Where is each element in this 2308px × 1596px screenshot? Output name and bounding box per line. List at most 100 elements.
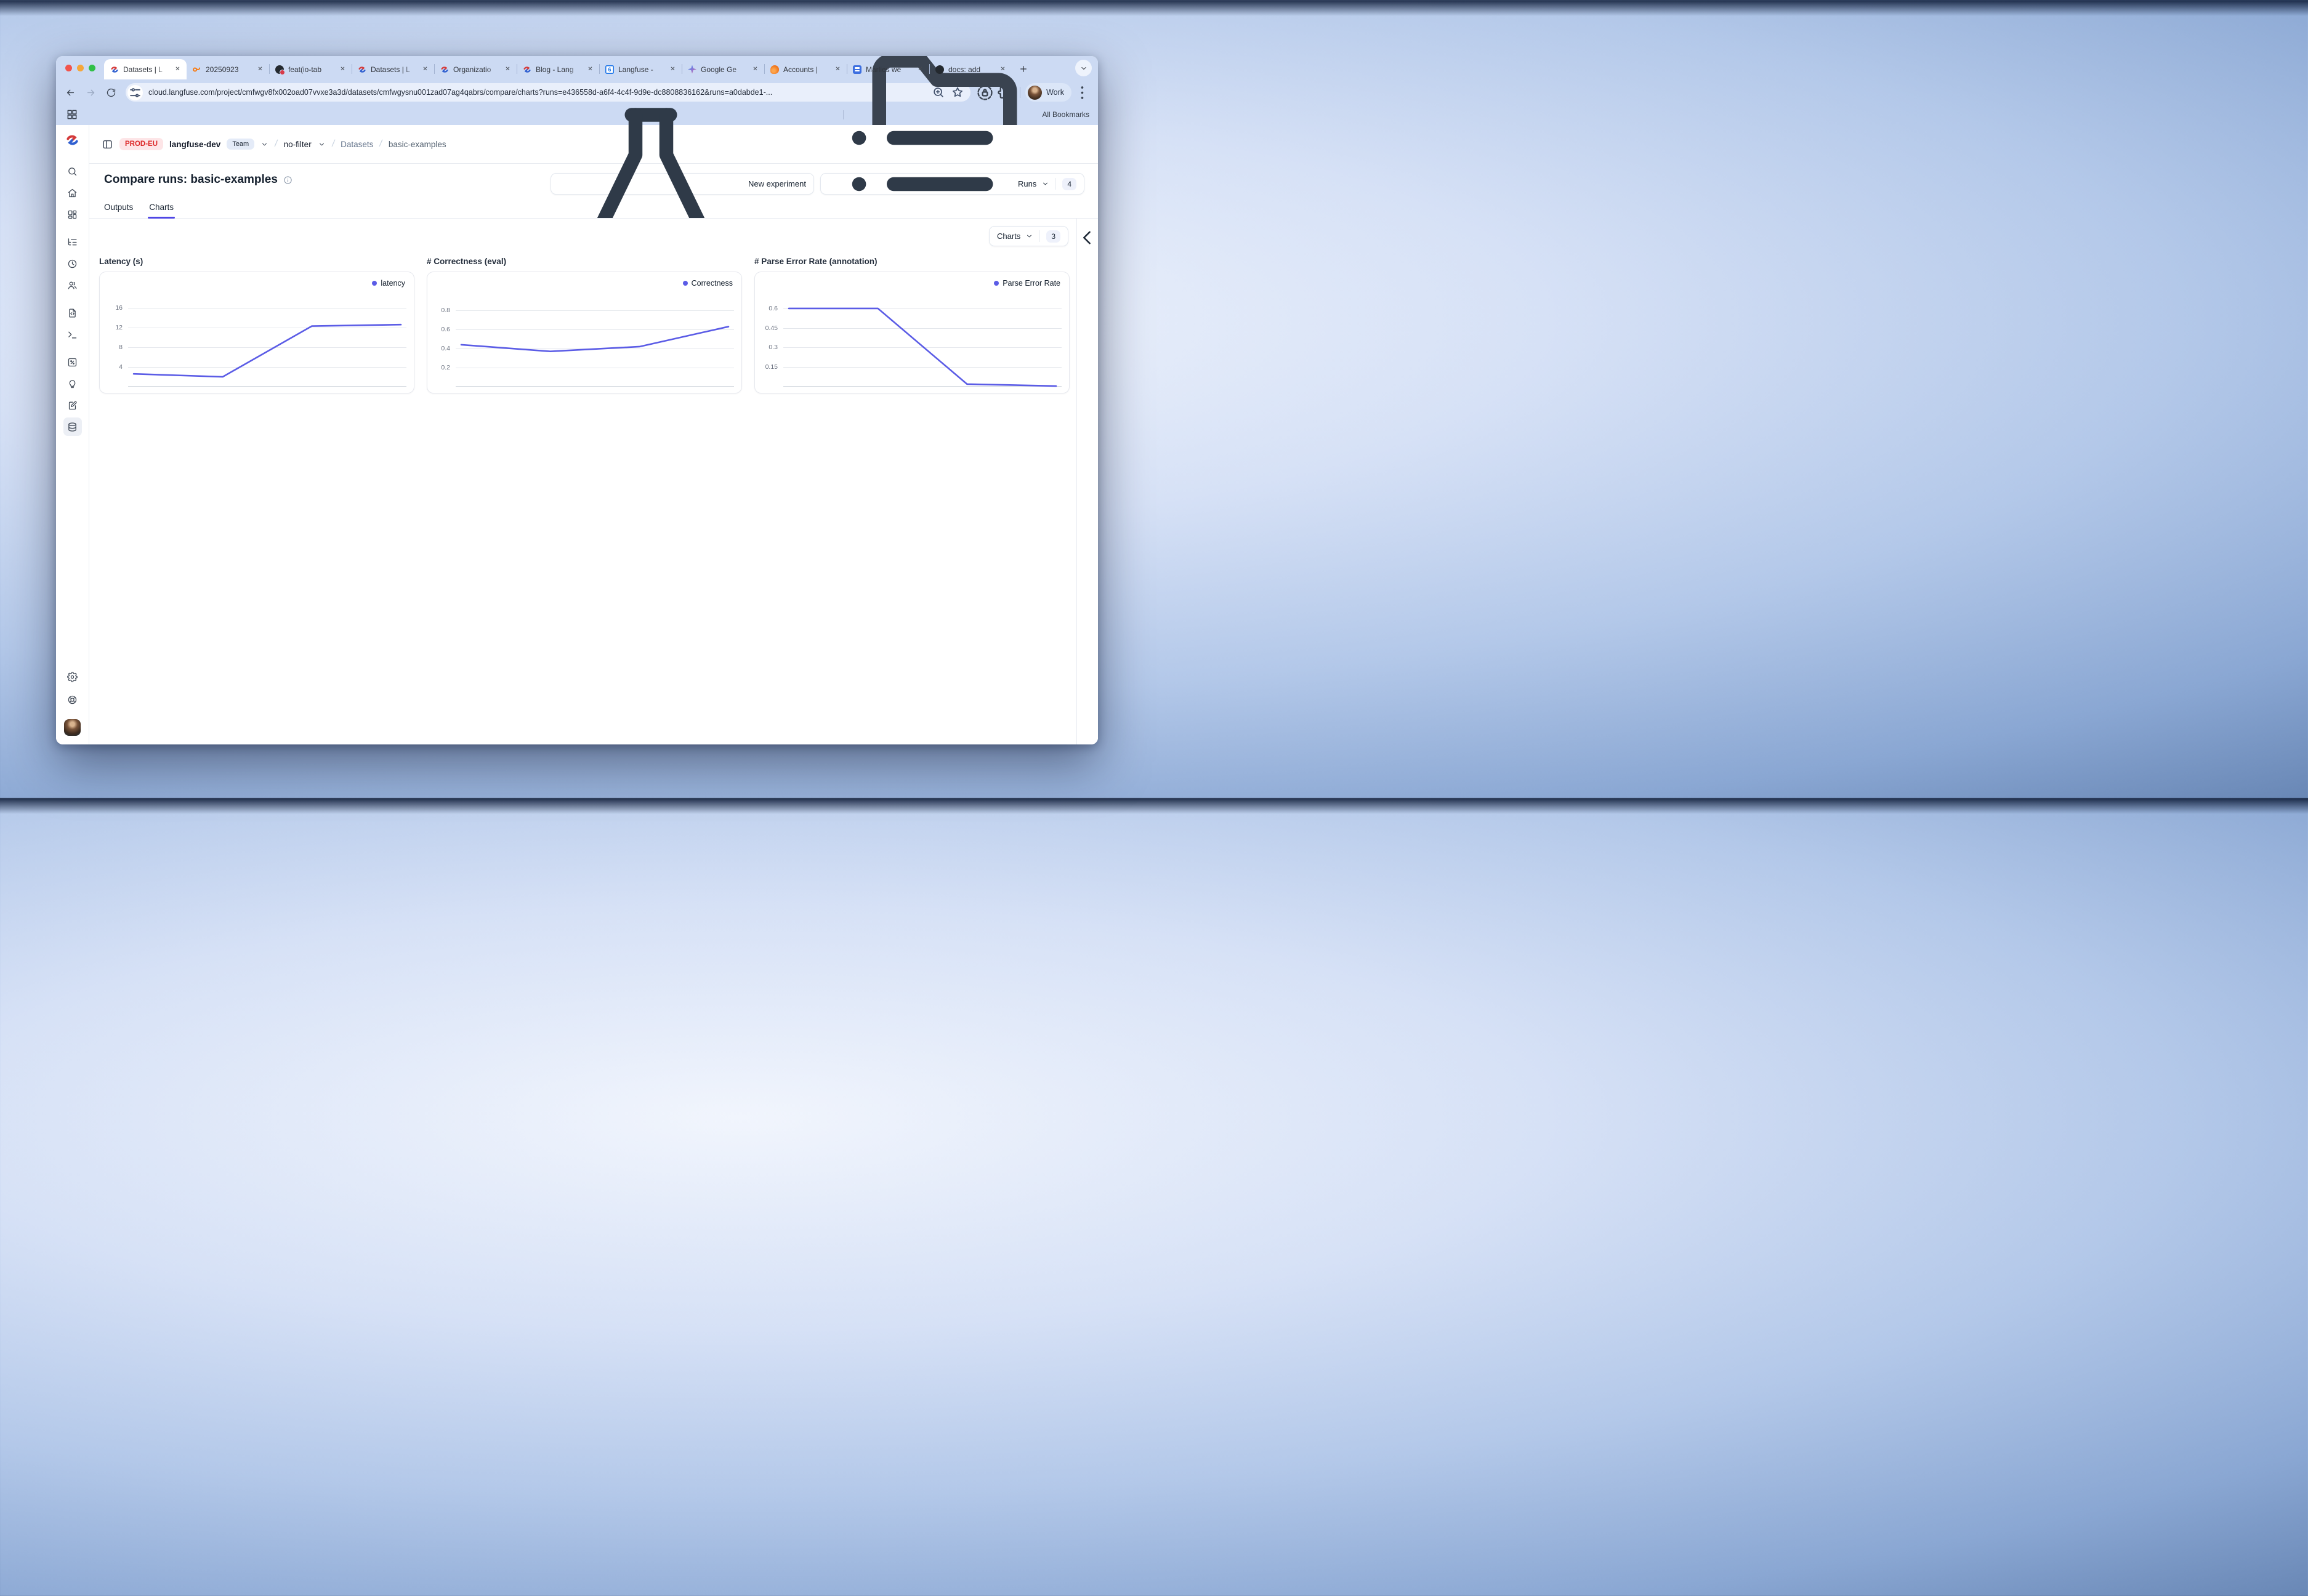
tab-close-icon[interactable]: ✕ xyxy=(998,65,1007,74)
org-chevron-down-icon[interactable] xyxy=(260,140,268,148)
sidebar-item-search[interactable] xyxy=(63,162,82,180)
sidebar-item-playground[interactable] xyxy=(63,325,82,344)
site-settings-icon[interactable] xyxy=(127,85,143,100)
browser-tab[interactable]: 6Langfuse -✕ xyxy=(599,59,682,79)
tab-charts[interactable]: Charts xyxy=(149,203,174,218)
runs-count-badge: 4 xyxy=(1062,178,1076,190)
page-tabs: Outputs Charts xyxy=(89,195,1098,219)
chart-card: latency481216 xyxy=(99,272,414,393)
tab-close-icon[interactable]: ✕ xyxy=(668,65,677,74)
tab-close-icon[interactable]: ✕ xyxy=(586,65,595,74)
charts-dropdown-button[interactable]: Charts 3 xyxy=(989,226,1068,246)
sidebar-item-users[interactable] xyxy=(63,276,82,294)
chart-card: Correctness0.20.40.60.8 xyxy=(427,272,742,393)
tab-title: Marlies we xyxy=(866,65,911,74)
sidebar-item-annotation[interactable] xyxy=(63,396,82,414)
reload-button[interactable] xyxy=(102,83,121,102)
browser-tab[interactable]: Datasets | L✕ xyxy=(104,59,187,79)
fullscreen-window-button[interactable] xyxy=(89,65,95,71)
y-tick-label: 0.45 xyxy=(765,324,778,332)
sidebar-item-insights[interactable] xyxy=(63,374,82,393)
breadcrumb-slash: / xyxy=(331,139,335,150)
sidebar-item-datasets[interactable] xyxy=(63,417,82,436)
chevron-down-icon xyxy=(1025,232,1033,240)
dashboard-icon xyxy=(67,209,78,220)
legend-dot-icon xyxy=(683,281,688,286)
breadcrumb-slash: / xyxy=(274,139,278,150)
tab-close-icon[interactable]: ✕ xyxy=(338,65,347,74)
github-favicon-failing xyxy=(275,65,284,74)
tab-close-icon[interactable]: ✕ xyxy=(256,65,265,74)
tab-strip: Datasets | L✕20250923✕feat(io-tab✕Datase… xyxy=(56,56,1098,79)
browser-tab[interactable]: Accounts |✕ xyxy=(764,59,847,79)
sidebar-item-prompts[interactable] xyxy=(63,304,82,322)
all-bookmarks-label[interactable]: All Bookmarks xyxy=(1042,110,1089,119)
project-chevron-down-icon[interactable] xyxy=(318,140,326,148)
forward-button[interactable] xyxy=(81,83,100,102)
charts-grid: Latency (s)latency481216# Correctness (e… xyxy=(99,257,1070,393)
y-tick-label: 0.4 xyxy=(441,345,450,352)
apps-grid-icon[interactable] xyxy=(66,108,78,121)
tab-close-icon[interactable]: ✕ xyxy=(503,65,512,74)
chart-title: # Correctness (eval) xyxy=(427,257,742,266)
insights-icon xyxy=(67,379,78,389)
y-tick-label: 0.6 xyxy=(441,326,450,333)
sidebar-item-dashboard[interactable] xyxy=(63,205,82,224)
annotation-icon xyxy=(67,400,78,411)
sidebar-item-support[interactable] xyxy=(63,690,82,709)
langfuse-logo-icon xyxy=(65,133,79,147)
legend-dot-icon xyxy=(994,281,999,286)
tab-outputs[interactable]: Outputs xyxy=(104,203,133,218)
support-icon xyxy=(67,695,78,705)
breadcrumb-dataset-name[interactable]: basic-examples xyxy=(389,140,446,149)
browser-tab[interactable]: Marlies we ✕ xyxy=(847,59,929,79)
project-name[interactable]: no-filter xyxy=(284,140,312,149)
y-tick-label: 0.3 xyxy=(769,344,778,351)
sidebar-item-evaluation[interactable] xyxy=(63,353,82,371)
tab-close-icon[interactable]: ✕ xyxy=(751,65,760,74)
datasets-icon xyxy=(67,422,78,432)
langfuse-favicon xyxy=(110,65,119,74)
new-experiment-button[interactable]: New experiment xyxy=(551,173,814,195)
collapse-panel-chevron-left-icon[interactable] xyxy=(1077,227,1098,248)
tab-title: 20250923 xyxy=(206,65,251,74)
tab-close-icon[interactable]: ✕ xyxy=(173,65,182,74)
tab-close-icon[interactable]: ✕ xyxy=(421,65,430,74)
sidebar-item-home[interactable] xyxy=(63,183,82,202)
sidebar-item-sessions[interactable] xyxy=(63,254,82,273)
browser-tab[interactable]: Blog - Lang ✕ xyxy=(517,59,599,79)
browser-tab[interactable]: docs: add✕ xyxy=(929,59,1012,79)
info-icon[interactable] xyxy=(283,175,293,185)
sidebar-toggle-icon[interactable] xyxy=(102,139,113,150)
close-window-button[interactable] xyxy=(65,65,72,71)
runs-dropdown-button[interactable]: Runs 4 xyxy=(820,173,1084,195)
tab-title: Blog - Lang xyxy=(536,65,581,74)
browser-tab[interactable]: feat(io-tab✕ xyxy=(269,59,352,79)
breadcrumb-datasets-link[interactable]: Datasets xyxy=(341,140,373,149)
users-icon xyxy=(67,280,78,291)
y-tick-label: 0.6 xyxy=(769,305,778,312)
y-tick-label: 16 xyxy=(115,304,123,312)
tab-title: Datasets | L xyxy=(371,65,416,74)
browser-tab[interactable]: 20250923 ✕ xyxy=(187,59,269,79)
back-button[interactable] xyxy=(61,83,80,102)
github-favicon xyxy=(935,65,944,74)
minimize-window-button[interactable] xyxy=(77,65,84,71)
chart-legend: Parse Error Rate xyxy=(994,279,1060,288)
sidebar-item-tracing[interactable] xyxy=(63,233,82,251)
sessions-icon xyxy=(67,259,78,269)
url-text[interactable]: cloud.langfuse.com/project/cmfwgv8fx002o… xyxy=(148,88,926,97)
coderabbit-favicon xyxy=(193,65,201,74)
sidebar-nav xyxy=(63,162,82,445)
browser-tab[interactable]: Google Ge✕ xyxy=(682,59,764,79)
search-icon xyxy=(67,166,78,177)
charts-count-badge: 3 xyxy=(1046,230,1060,243)
chart-title: # Parse Error Rate (annotation) xyxy=(754,257,1070,266)
sidebar-item-settings[interactable] xyxy=(63,667,82,686)
tab-close-icon[interactable]: ✕ xyxy=(916,65,925,74)
user-avatar[interactable] xyxy=(64,719,81,736)
tab-close-icon[interactable]: ✕ xyxy=(833,65,842,74)
browser-tab[interactable]: Organizatio✕ xyxy=(434,59,517,79)
browser-tab[interactable]: Datasets | L ✕ xyxy=(352,59,434,79)
organization-name[interactable]: langfuse-dev xyxy=(169,140,220,149)
